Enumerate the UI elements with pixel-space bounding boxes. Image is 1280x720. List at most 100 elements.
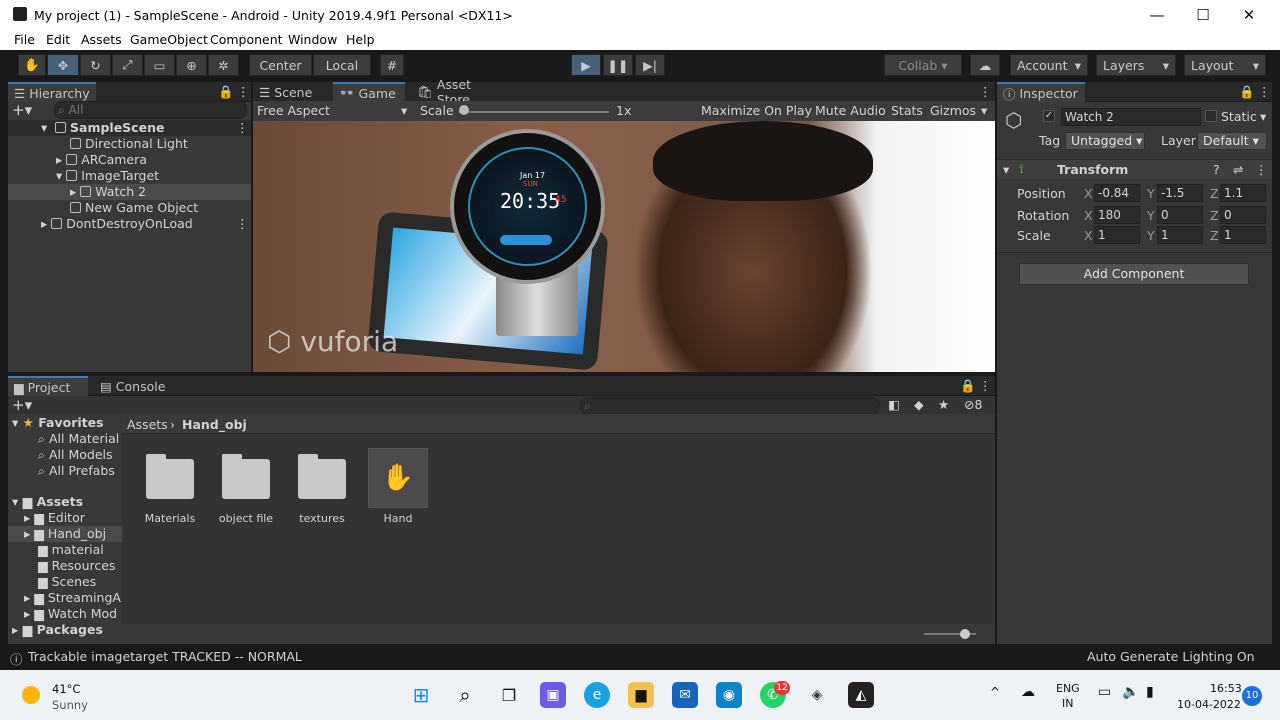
clock-time[interactable]: 16:53 <box>1210 682 1242 695</box>
menu-gameobject[interactable]: GameObject <box>130 32 208 47</box>
volume-icon[interactable]: 🔈 <box>1122 684 1139 700</box>
dell-icon[interactable]: ◉ <box>716 682 742 708</box>
snap-icon[interactable]: # <box>380 54 404 76</box>
weather-temp[interactable]: 41°C <box>52 682 80 696</box>
hierarchy-search-input[interactable]: ⌕ All <box>54 101 247 119</box>
kebab-menu-icon[interactable]: ⋮ <box>979 378 992 393</box>
kebab-menu-icon[interactable]: ⋮ <box>237 84 250 99</box>
filter-label-icon[interactable]: ◆ <box>914 397 924 412</box>
play-button[interactable]: ▶ <box>571 54 601 76</box>
tray-chevron-icon[interactable]: ^ <box>990 685 1000 699</box>
layers-dropdown[interactable]: Layers ▾ <box>1096 54 1176 76</box>
create-plus-icon[interactable]: +▾ <box>12 101 32 119</box>
list-item[interactable]: ▆ Resources <box>38 558 115 574</box>
list-item[interactable]: ▆ Scenes <box>38 574 96 590</box>
lock-icon[interactable]: 🔒 <box>960 378 976 394</box>
tab-console[interactable]: ▤ Console <box>94 376 174 396</box>
menu-edit[interactable]: Edit <box>46 32 70 47</box>
assets-folder[interactable]: ▾ ▆ Assets <box>12 494 83 510</box>
active-checkbox[interactable]: ✓ <box>1043 110 1055 122</box>
status-message[interactable]: Trackable imagetarget TRACKED -- NORMAL <box>28 649 302 664</box>
unity-hub-icon[interactable]: ◈ <box>804 682 830 708</box>
menu-component[interactable]: Component <box>210 32 283 47</box>
favorites-folder[interactable]: ▾ ★ Favorites <box>12 415 104 431</box>
rotation-x-field[interactable]: 180 <box>1094 206 1140 224</box>
list-item[interactable]: ▸ ▆ Editor <box>24 510 85 526</box>
position-z-field[interactable]: 1.1 <box>1220 184 1266 202</box>
add-component-button[interactable]: Add Component <box>1019 263 1249 285</box>
cloud-icon[interactable]: ☁ <box>970 54 1000 76</box>
lighting-status[interactable]: Auto Generate Lighting On <box>1087 649 1255 664</box>
scale-slider-thumb[interactable] <box>459 105 469 115</box>
space-toggle[interactable]: Local <box>313 54 371 76</box>
language-region[interactable]: IN <box>1062 697 1073 710</box>
tab-asset-store[interactable]: 🛍 Asset Store <box>411 77 511 107</box>
menu-file[interactable]: File <box>14 32 35 47</box>
scale-slider-track[interactable] <box>459 111 609 113</box>
lock-icon[interactable]: 🔒 <box>1239 84 1255 100</box>
game-viewport[interactable]: ⬡ vuforia Jan 17 SUN 20:35 45 <box>253 121 995 372</box>
pause-button[interactable]: ❚❚ <box>603 54 633 76</box>
hand-tool-icon[interactable]: ✋ <box>18 54 46 76</box>
list-item[interactable]: ⌕ All Models <box>38 447 113 463</box>
tab-game[interactable]: 👓 Game <box>333 82 405 102</box>
rotation-y-field[interactable]: 0 <box>1157 206 1203 224</box>
position-y-field[interactable]: -1.5 <box>1157 184 1203 202</box>
static-checkbox[interactable] <box>1205 110 1217 122</box>
expand-arrow-icon[interactable]: ▾ <box>1003 162 1009 177</box>
move-tool-icon[interactable]: ✥ <box>47 54 79 76</box>
help-icon[interactable]: ? <box>1213 162 1220 177</box>
scale-z-field[interactable]: 1 <box>1220 226 1266 244</box>
hand-model-thumbnail[interactable]: ✋ <box>368 448 428 508</box>
filter-type-icon[interactable]: ◧ <box>888 397 900 412</box>
tab-hierarchy[interactable]: ☰ Hierarchy <box>8 82 96 102</box>
weather-desc[interactable]: Sunny <box>52 698 88 712</box>
step-button[interactable]: ▶| <box>635 54 665 76</box>
tab-project[interactable]: ▆ Project <box>8 376 88 396</box>
project-search-input[interactable]: ⌕ <box>580 397 880 415</box>
list-item[interactable]: ▸ DontDestroyOnLoad ⋮ <box>8 216 251 232</box>
kebab-menu-icon[interactable]: ⋮ <box>1255 162 1268 177</box>
onedrive-icon[interactable]: ☁ <box>1021 684 1035 700</box>
gizmos-dropdown[interactable]: Gizmos <box>930 103 976 118</box>
aspect-dropdown[interactable]: Free Aspect <box>257 103 330 118</box>
tab-scene[interactable]: ☰ Scene <box>253 82 331 102</box>
rotate-tool-icon[interactable]: ↻ <box>80 54 111 76</box>
clock-date[interactable]: 10-04-2022 <box>1177 698 1241 711</box>
tag-dropdown[interactable]: Untagged ▾ <box>1065 132 1145 150</box>
list-item-selected[interactable]: ▸ Watch 2 <box>8 184 251 200</box>
list-item-selected[interactable]: ▸ ▆ Hand_obj <box>8 526 122 542</box>
transform-header[interactable]: ▾ ⟟ Transform ? ⇌ ⋮ <box>997 159 1272 179</box>
object-name-field[interactable]: Watch 2 <box>1061 108 1201 126</box>
favorite-star-icon[interactable]: ★ <box>938 397 949 412</box>
scale-tool-icon[interactable]: ⤢ <box>112 54 143 76</box>
layer-dropdown[interactable]: Default ▾ <box>1197 132 1267 150</box>
breadcrumb-assets[interactable]: Assets <box>127 417 168 432</box>
list-item[interactable]: ▸ ▆ StreamingA <box>24 590 121 606</box>
notification-badge[interactable]: 10 <box>1242 686 1262 706</box>
layout-dropdown[interactable]: Layout ▾ <box>1184 54 1266 76</box>
position-x-field[interactable]: -0.84 <box>1094 184 1140 202</box>
preset-icon[interactable]: ⇌ <box>1233 162 1243 177</box>
edge-icon[interactable]: e <box>584 682 610 708</box>
mute-audio-toggle[interactable]: Mute Audio <box>815 103 886 118</box>
explorer-icon[interactable]: ▆ <box>628 682 654 708</box>
maximize-on-play-toggle[interactable]: Maximize On Play <box>701 103 812 118</box>
expand-arrow-icon[interactable]: ▾ <box>41 120 47 135</box>
kebab-menu-icon[interactable]: ⋮ <box>236 120 249 135</box>
search-icon[interactable]: ⌕ <box>452 682 478 708</box>
kebab-menu-icon[interactable]: ⋮ <box>979 84 992 99</box>
language-code[interactable]: ENG <box>1056 682 1080 695</box>
rect-tool-icon[interactable]: ▭ <box>144 54 175 76</box>
list-item[interactable]: ⌕ All Prefabs <box>38 463 115 479</box>
list-item[interactable]: ▸ ▆ Watch Mod <box>24 606 117 622</box>
menu-assets[interactable]: Assets <box>81 32 122 47</box>
pivot-toggle[interactable]: Center <box>249 54 312 76</box>
minimize-button[interactable]: — <box>1134 0 1180 30</box>
lock-icon[interactable]: 🔒 <box>218 84 234 100</box>
kebab-menu-icon[interactable]: ⋮ <box>1258 84 1271 99</box>
unity-editor-icon[interactable]: ◭ <box>848 682 874 708</box>
list-item[interactable]: ⌕ All Material <box>38 431 119 447</box>
list-item[interactable]: Directional Light <box>70 136 188 152</box>
create-plus-icon[interactable]: +▾ <box>12 396 32 414</box>
